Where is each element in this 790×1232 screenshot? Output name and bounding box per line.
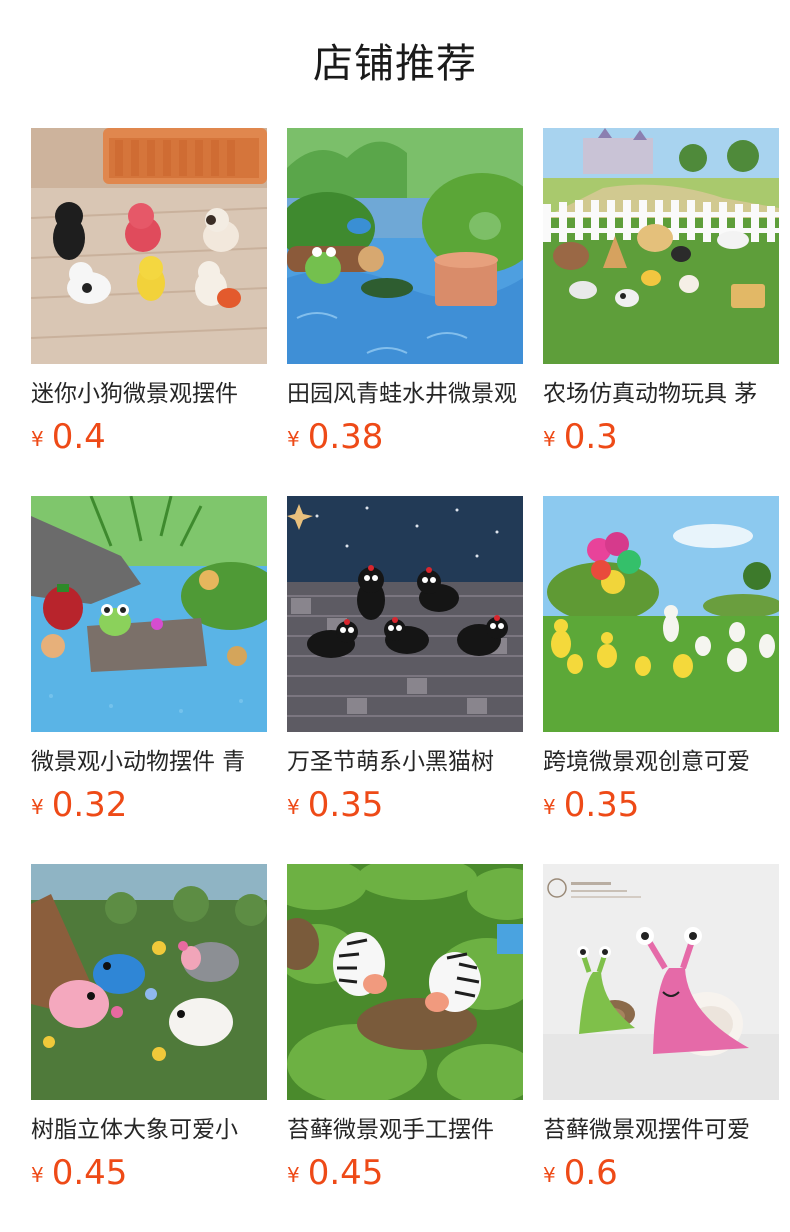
section-title: 店铺推荐 [313,41,477,87]
price-value: 0.32 [51,785,128,825]
product-price: ¥0.45 [31,1151,267,1195]
price-value: 0.4 [51,417,106,457]
product-name[interactable]: 迷你小狗微景观摆件 [31,377,267,411]
product-price: ¥0.35 [543,783,779,827]
price-value: 0.3 [563,417,618,457]
currency-symbol: ¥ [31,795,44,819]
black-cats-cobblestone-photo[interactable] [287,496,523,732]
ducks-balloons-lawn-photo[interactable] [543,496,779,732]
product-price: ¥0.38 [287,415,523,459]
product-name[interactable]: 田园风青蛙水井微景观 [287,377,523,411]
currency-symbol: ¥ [543,795,556,819]
currency-symbol: ¥ [287,1163,300,1187]
product-card[interactable]: 万圣节萌系小黑猫树 ¥0.35 [287,496,523,864]
price-value: 0.35 [307,785,384,825]
currency-symbol: ¥ [287,795,300,819]
zebras-moss-photo[interactable] [287,864,523,1100]
product-price: ¥0.45 [287,1151,523,1195]
product-price: ¥0.35 [287,783,523,827]
price-value: 0.45 [307,1153,384,1193]
product-name[interactable]: 树脂立体大象可爱小 [31,1113,267,1147]
elephants-flowers-moss-photo[interactable] [31,864,267,1100]
product-card[interactable]: 跨境微景观创意可爱 ¥0.35 [543,496,779,864]
currency-symbol: ¥ [31,427,44,451]
currency-symbol: ¥ [31,1163,44,1187]
currency-symbol: ¥ [287,427,300,451]
product-name[interactable]: 苔藓微景观手工摆件 [287,1113,523,1147]
product-card[interactable]: 树脂立体大象可爱小 ¥0.45 [31,864,267,1232]
product-name[interactable]: 跨境微景观创意可爱 [543,745,779,779]
recommend-page: 店铺推荐 迷你小狗微景观摆件 ¥ 0.4 田园风青蛙水井微景观 ¥ 0.38 农… [0,0,790,1232]
product-card[interactable]: 田园风青蛙水井微景观 ¥0.38 [287,128,523,496]
product-name[interactable]: 微景观小动物摆件 青 [31,745,267,779]
product-price: ¥0.4 [31,415,267,459]
product-name[interactable]: 苔藓微景观摆件可爱 [543,1113,779,1147]
product-name[interactable]: 农场仿真动物玩具 茅 [543,377,779,411]
snails-figurines-photo[interactable] [543,864,779,1100]
product-price: ¥0.6 [543,1151,779,1195]
currency-symbol: ¥ [543,427,556,451]
product-card[interactable]: 迷你小狗微景观摆件 ¥0.4 [31,128,267,496]
price-value: 0.35 [563,785,640,825]
product-card[interactable]: 苔藓微景观摆件可爱 ¥0.6 [543,864,779,1232]
price-value: 0.45 [51,1153,128,1193]
price-value: 0.6 [563,1153,618,1193]
product-name[interactable]: 万圣节萌系小黑猫树 [287,745,523,779]
product-grid: 迷你小狗微景观摆件 ¥0.4 田园风青蛙水井微景观 ¥ 0.38 农场仿真动物玩… [31,128,779,1232]
price-value: 0.38 [307,417,384,457]
frog-snails-rock-photo[interactable] [31,496,267,732]
frog-well-pond-photo[interactable] [287,128,523,364]
product-card[interactable]: 农场仿真动物玩具 茅 ¥0.3 [543,128,779,496]
farm-animals-fence-photo[interactable] [543,128,779,364]
dogs-figurines-photo[interactable] [31,128,267,364]
product-card[interactable]: 苔藓微景观手工摆件 ¥0.45 [287,864,523,1232]
currency-symbol: ¥ [543,1163,556,1187]
product-price: ¥0.32 [31,783,267,827]
product-card[interactable]: 微景观小动物摆件 青 ¥0.32 [31,496,267,864]
product-price: ¥0.3 [543,415,779,459]
